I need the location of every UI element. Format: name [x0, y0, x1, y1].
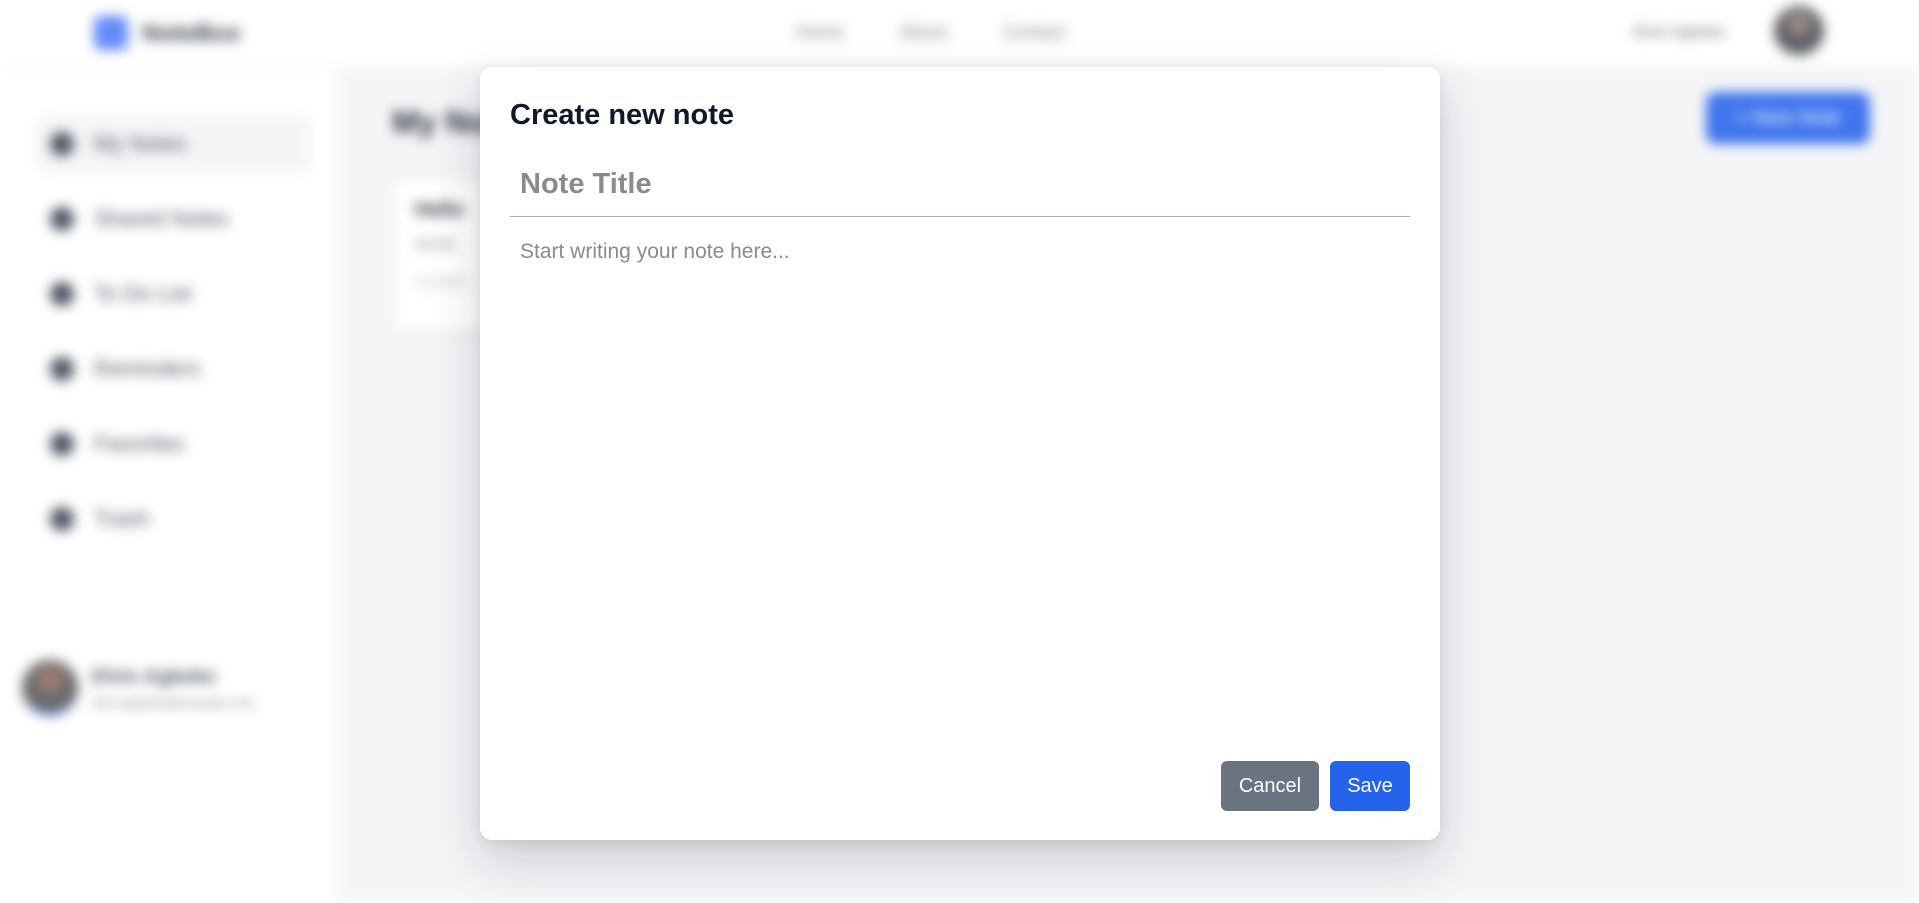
save-button[interactable]: Save — [1330, 761, 1410, 811]
create-note-modal: Create new note Cancel Save — [480, 67, 1440, 840]
note-body-textarea[interactable] — [510, 232, 1410, 752]
note-title-input[interactable] — [510, 153, 1410, 217]
cancel-button[interactable]: Cancel — [1221, 761, 1319, 811]
modal-title: Create new note — [510, 99, 734, 131]
